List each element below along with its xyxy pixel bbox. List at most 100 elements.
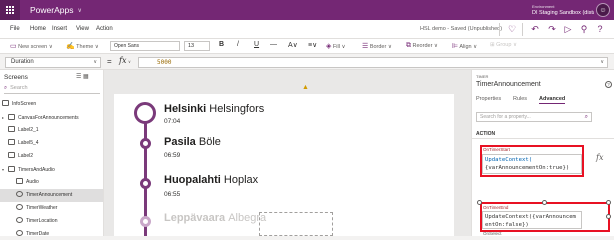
tree-item-label2-1[interactable]: Label2_1 <box>0 124 103 137</box>
resize-handle[interactable] <box>606 214 611 219</box>
station-name: Pasila Böle <box>164 136 221 148</box>
tab-advanced[interactable]: Advanced <box>539 96 566 104</box>
control-type: TIMER <box>476 74 489 79</box>
tree-item-label: TimerLocation <box>26 218 58 224</box>
bold-button[interactable]: B <box>219 41 224 48</box>
share-icon[interactable]: ⚲ <box>577 23 591 36</box>
tree-item-label: CanvasForAnnouncements <box>18 115 79 121</box>
menu-view[interactable]: View <box>76 26 89 32</box>
environment-label: Environment <box>532 4 555 9</box>
new-screen-icon: ▭ <box>10 43 17 50</box>
avatar[interactable]: ☺ <box>596 3 610 17</box>
reorder-button[interactable]: ⧉ Reorder ∨ <box>406 42 438 50</box>
fx-icon[interactable]: fx <box>119 56 126 65</box>
help-icon[interactable]: ? <box>593 23 607 36</box>
station-name: Leppävaara Albegra <box>164 212 266 224</box>
italic-button[interactable]: / <box>237 41 239 48</box>
station-name-sv: Böle <box>198 136 221 148</box>
tree-item-label5-4[interactable]: Label5_4 <box>0 137 103 150</box>
tree-item-label: TimerAnnouncement <box>26 192 73 198</box>
menu-bar: File Home Insert View Action HSL demo - … <box>0 20 614 39</box>
app-screen[interactable]: Helsinki Helsingfors 07:04 Pasila Böle 0… <box>114 94 454 236</box>
align-icon: ⊫ <box>452 43 459 50</box>
resize-handle[interactable] <box>606 200 611 205</box>
font-family-select[interactable]: Open Sans <box>110 41 180 51</box>
chevron-down-icon[interactable]: ∨ <box>77 7 81 14</box>
warning-icon[interactable]: ▲ <box>302 84 309 91</box>
fx-icon[interactable]: fx <box>596 153 603 162</box>
tree-item-timerdate[interactable]: TimerDate <box>0 228 103 240</box>
help-icon[interactable]: ? <box>605 81 612 88</box>
tree-item-canvas[interactable]: ▸ CanvasForAnnouncements <box>0 111 103 124</box>
tree-item-timerweather[interactable]: TimerWeather <box>0 202 103 215</box>
tree-item-audio[interactable]: Audio <box>0 176 103 189</box>
expand-formula-icon[interactable]: ∨ <box>600 58 604 67</box>
border-button[interactable]: ☰ Border ∨ <box>362 42 392 50</box>
tree-search-input[interactable]: ⌕ Search <box>4 84 100 94</box>
timer-icon <box>16 204 23 210</box>
resize-handle[interactable] <box>542 200 547 205</box>
formula-input[interactable]: 5000 ∨ <box>138 57 608 68</box>
tab-properties[interactable]: Properties <box>476 96 501 102</box>
redo-icon[interactable]: ↷ <box>545 23 559 36</box>
align-button[interactable]: ⊫ Align ∨ <box>452 42 477 50</box>
font-size-select[interactable]: 13 <box>184 41 210 51</box>
theme-button[interactable]: ✍ Theme ∨ <box>66 42 99 50</box>
app-launcher-icon[interactable] <box>0 0 20 20</box>
station-marker <box>134 102 156 124</box>
tree-item-timersandaudio[interactable]: ▾ TimersAndAudio <box>0 163 103 176</box>
strikethrough-icon[interactable]: — <box>270 41 277 48</box>
canvas-icon <box>8 114 15 120</box>
formula-value: 5000 <box>157 59 172 66</box>
new-screen-button[interactable]: ▭ New screen ∨ <box>10 42 53 50</box>
resize-handle[interactable] <box>477 200 482 205</box>
tree-item-label: TimersAndAudio <box>18 167 55 173</box>
text-align-icon[interactable]: ≡∨ <box>308 41 317 49</box>
title-bar: PowerApps ∨ Environment DI Staging Sandb… <box>0 0 614 20</box>
onselect-label: OnSelect <box>483 231 502 236</box>
equals-sign: = <box>107 57 112 66</box>
tab-rules[interactable]: Rules <box>513 96 527 102</box>
app-checker-icon[interactable]: ♡ <box>505 23 519 36</box>
search-placeholder: Search for a property... <box>480 114 531 120</box>
fill-button[interactable]: ◈ Fill ∨ <box>326 42 346 50</box>
property-dropdown[interactable]: Duration ∨ <box>5 57 101 68</box>
group-button[interactable]: ⊞ Group ∨ <box>490 42 517 48</box>
view-toggle-icon[interactable]: ☰ ▦ <box>76 73 89 80</box>
station-marker <box>140 138 151 149</box>
timer-icon <box>16 217 23 223</box>
menu-home[interactable]: Home <box>30 26 46 32</box>
menu-file[interactable]: File <box>10 26 20 32</box>
search-icon: ⌕ <box>584 114 588 120</box>
tree-item-timerlocation[interactable]: TimerLocation <box>0 215 103 228</box>
search-icon: ⌕ <box>4 85 8 91</box>
tree-item-label2[interactable]: Label2 <box>0 150 103 163</box>
app-name[interactable]: PowerApps <box>30 5 73 15</box>
screen-icon <box>2 100 9 106</box>
search-placeholder: Search <box>10 85 28 91</box>
underline-button[interactable]: U <box>254 41 259 48</box>
chevron-down-icon[interactable]: ∨ <box>128 59 131 64</box>
design-canvas[interactable]: ▲ Helsinki Helsingfors 07:04 Pasila Böle… <box>104 70 471 236</box>
tree-item-infoscreen[interactable]: InfoScreen <box>0 98 103 111</box>
station-name: Helsinki Helsingfors <box>164 103 264 115</box>
control-name[interactable]: TimerAnnouncement <box>476 81 541 88</box>
highlight-box <box>480 145 584 177</box>
station-name-fi: Huopalahti <box>164 174 221 186</box>
property-search-input[interactable]: Search for a property... ⌕ <box>476 112 592 122</box>
station-name-sv: Hoplax <box>223 174 259 186</box>
properties-panel: TIMER TimerAnnouncement ? Properties Rul… <box>471 70 614 236</box>
environment-picker[interactable]: Environment DI Staging Sandbox (distagin… <box>532 3 594 17</box>
menu-action[interactable]: Action <box>96 26 113 32</box>
menu-insert[interactable]: Insert <box>52 26 67 32</box>
timer-icon <box>16 230 23 236</box>
label-icon <box>8 152 15 158</box>
tree-item-timerannouncement[interactable]: TimerAnnouncement <box>0 189 103 202</box>
preview-icon[interactable]: ▷ <box>561 23 575 36</box>
undo-icon[interactable]: ↶ <box>528 23 542 36</box>
station-name-fi: Leppävaara <box>164 212 226 224</box>
selected-control-outline[interactable] <box>259 212 333 236</box>
font-color-icon[interactable]: A∨ <box>288 41 298 49</box>
tree-item-label: Label5_4 <box>18 140 39 146</box>
station-name-sv: Helsingfors <box>209 103 265 115</box>
